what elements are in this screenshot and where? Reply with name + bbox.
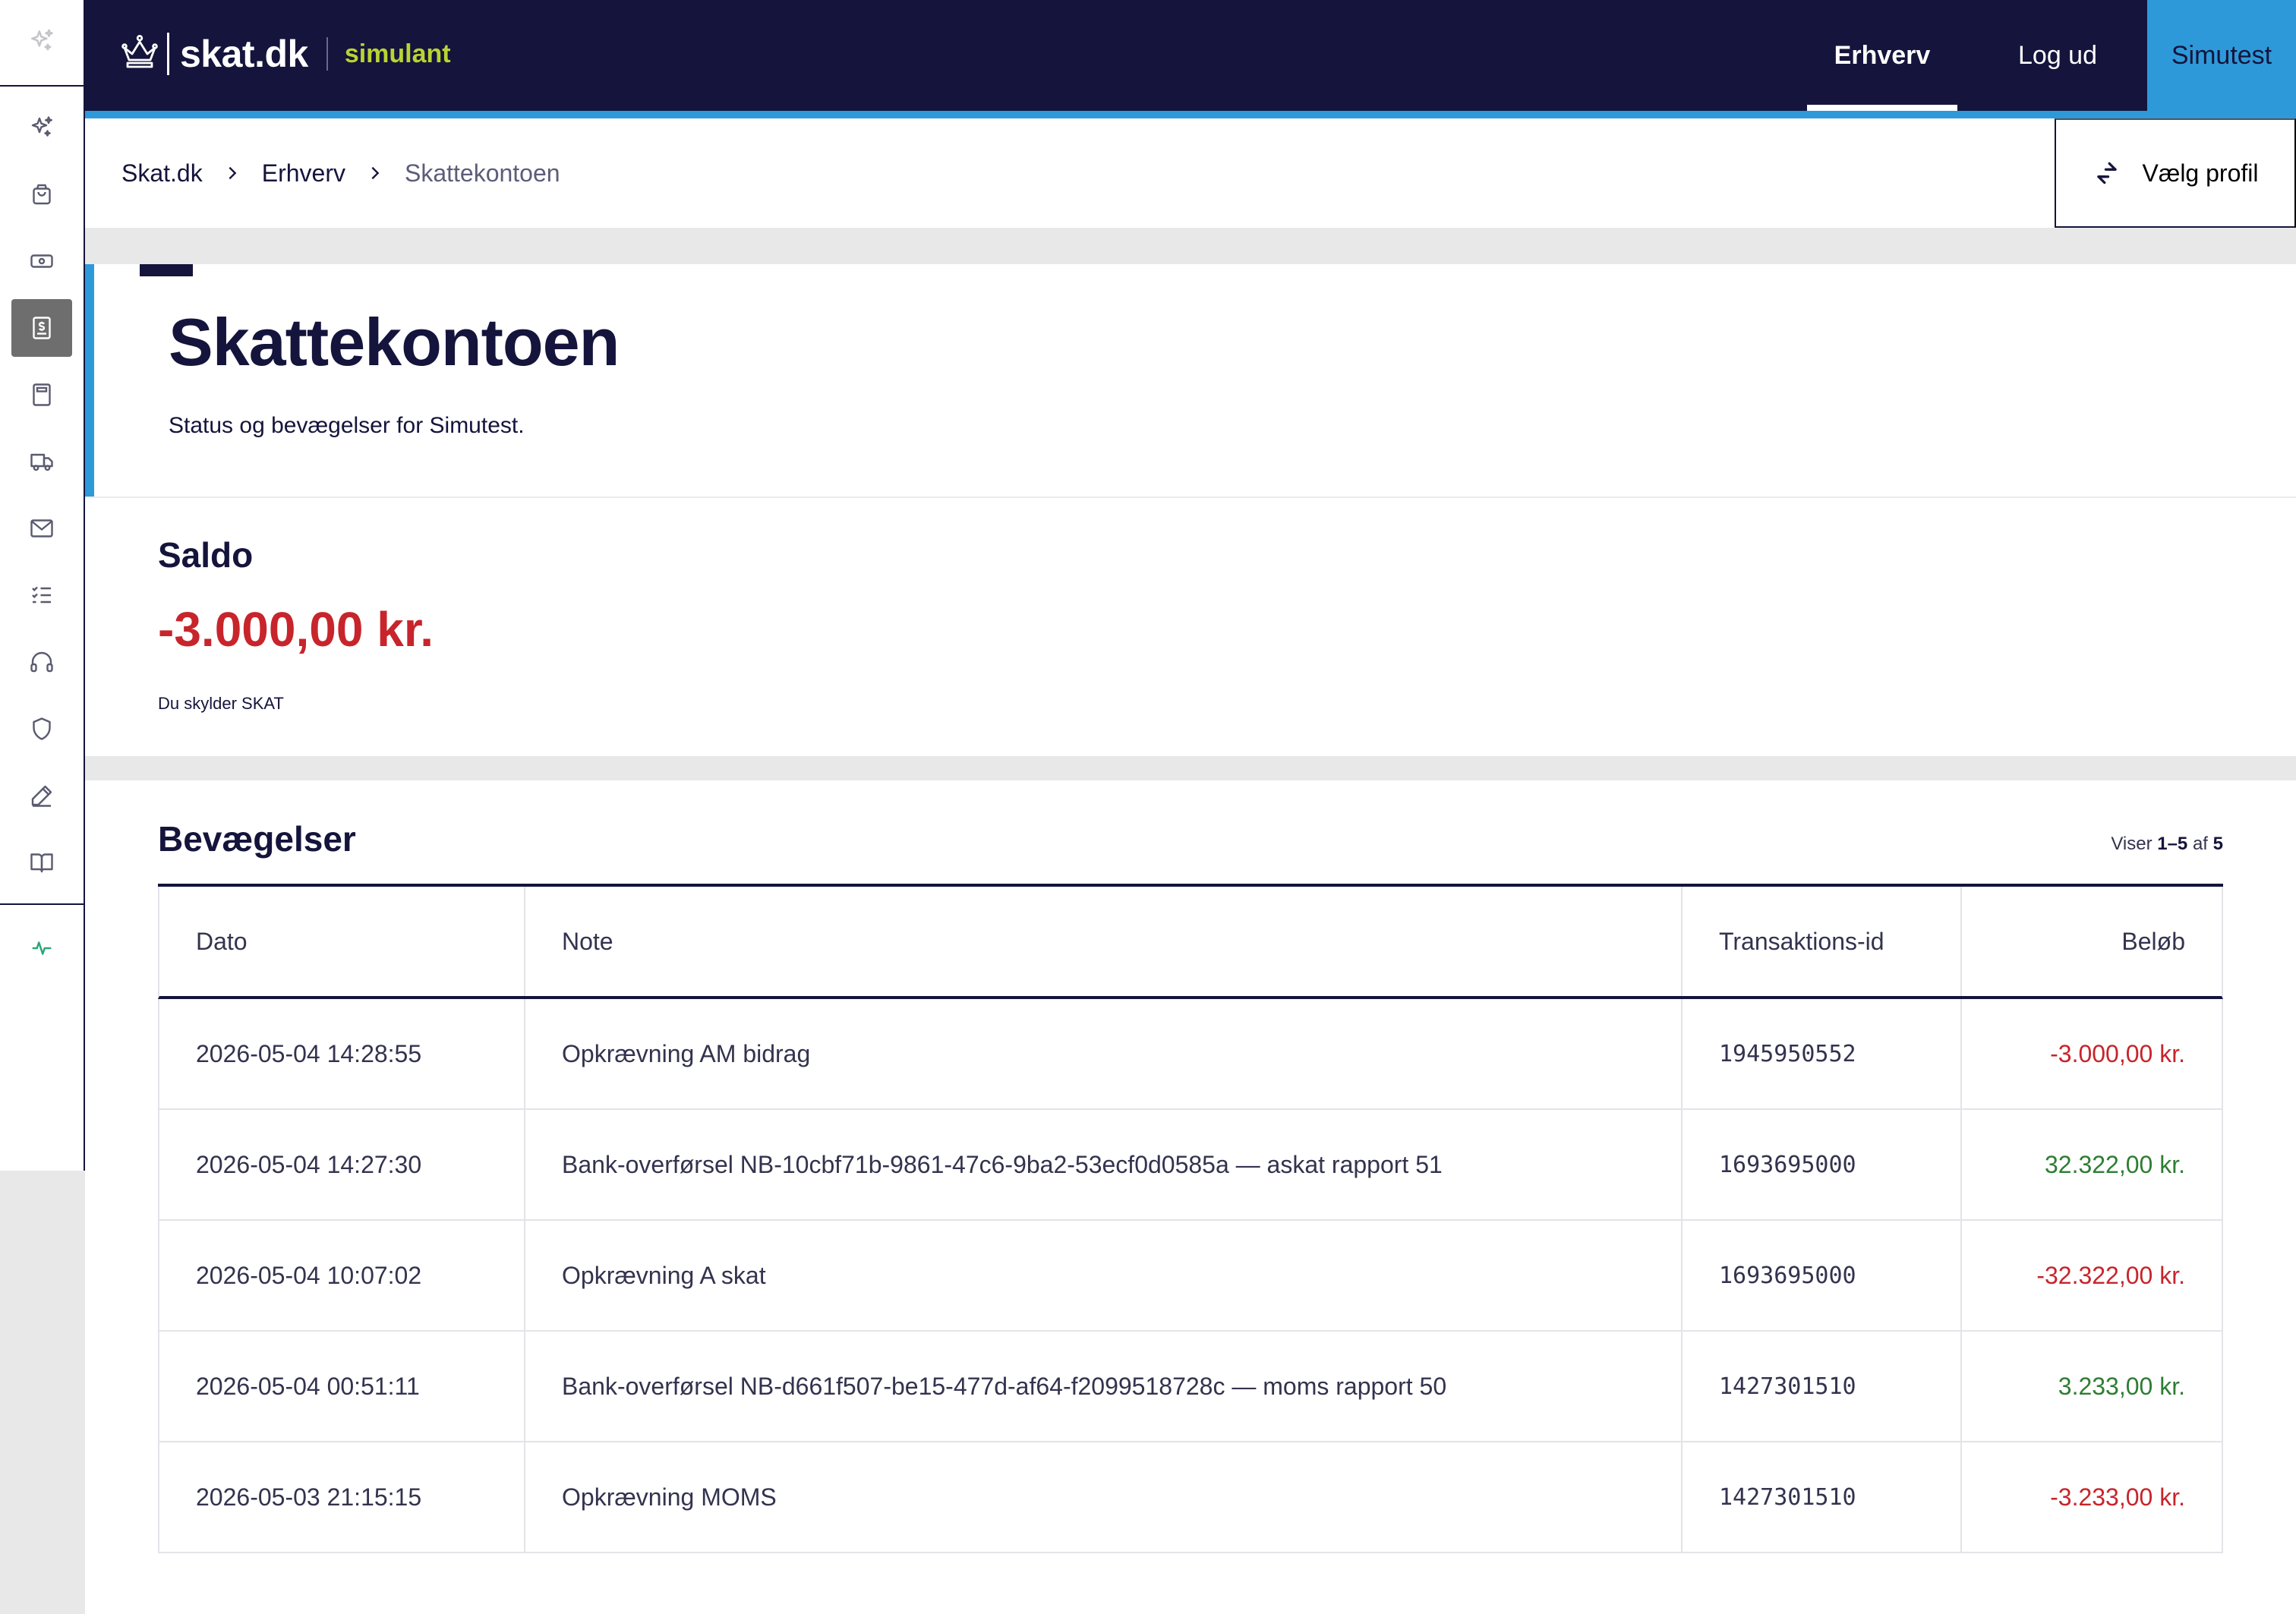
row-note: Opkrævning MOMS — [525, 1442, 1683, 1552]
shield-icon — [33, 717, 51, 740]
row-transaction-id: 1945950552 — [1683, 999, 1962, 1108]
row-transaction-id: 1427301510 — [1683, 1442, 1962, 1552]
count-total: 5 — [2212, 834, 2223, 854]
page-hero: Skattekontoen Status og bevægelser for S… — [85, 264, 2296, 496]
row-transaction-id: 1693695000 — [1683, 1110, 1962, 1219]
row-note: Opkrævning AM bidrag — [525, 999, 1683, 1108]
brand-logo[interactable]: skat.dk simulant — [120, 30, 451, 77]
breadcrumb-bar: Skat.dk Erhverv Skattekontoen Vælg profi… — [85, 118, 2296, 228]
rail-item-tasks[interactable] — [11, 566, 72, 624]
row-amount: 3.233,00 kr. — [2058, 1372, 2185, 1400]
rail-item-ai[interactable] — [11, 99, 72, 156]
table-row: 2026-05-04 00:51:11 Bank-overførsel NB-d… — [158, 1332, 2223, 1442]
row-note: Opkrævning A skat — [525, 1221, 1683, 1330]
user-menu[interactable]: Simutest — [2147, 0, 2296, 111]
row-amount: -3.233,00 kr. — [2050, 1483, 2185, 1511]
shopping-bag-icon — [33, 184, 51, 205]
top-nav: Erhverv Log ud Simutest — [1807, 0, 2296, 111]
count-prefix: Viser — [2111, 834, 2152, 854]
row-transaction-id: 1427301510 — [1683, 1332, 1962, 1441]
activity-icon — [32, 941, 52, 955]
balance-section: Saldo -3.000,00 kr. Du skylder SKAT — [85, 496, 2296, 756]
page-subtitle: Status og bevægelser for Simutest. — [169, 413, 525, 438]
count-range: 1–5 — [2157, 834, 2188, 854]
book-icon — [30, 853, 53, 873]
movements-title: Bevægelser — [158, 819, 356, 859]
rail-item-support[interactable] — [11, 633, 72, 691]
row-amount: 32.322,00 kr. — [2044, 1150, 2185, 1178]
row-date: 2026-05-04 14:27:30 — [159, 1110, 525, 1219]
top-header: skat.dk simulant Erhverv Log ud Simutest — [85, 0, 2296, 111]
rail-home[interactable] — [0, 0, 84, 87]
breadcrumb-item-skat[interactable]: Skat.dk — [121, 159, 203, 188]
headset-icon — [30, 651, 53, 673]
movements-section: Bevægelser Viser 1–5 af 5 Dato Note Tran… — [85, 780, 2296, 1614]
column-header-date: Dato — [159, 887, 525, 996]
balance-label: Saldo — [158, 535, 254, 575]
sparkle-icon — [27, 27, 56, 59]
banknote-icon — [30, 254, 53, 268]
page-title: Skattekontoen — [169, 304, 620, 380]
side-rail — [0, 0, 85, 1171]
nav-erhverv[interactable]: Erhverv — [1807, 0, 1957, 111]
table-row: 2026-05-04 14:28:55 Opkrævning AM bidrag… — [158, 999, 2223, 1110]
rail-item-edit[interactable] — [11, 767, 72, 824]
row-amount: -3.000,00 kr. — [2050, 1039, 2185, 1067]
breadcrumb-item-erhverv[interactable]: Erhverv — [262, 159, 345, 188]
row-date: 2026-05-03 21:15:15 — [159, 1442, 525, 1552]
row-amount: -32.322,00 kr. — [2036, 1261, 2185, 1289]
rail-item-mail[interactable] — [11, 500, 72, 557]
swap-arrows-icon — [2096, 162, 2117, 184]
mail-icon — [30, 519, 53, 537]
rail-item-security[interactable] — [11, 700, 72, 758]
crown-icon — [120, 34, 159, 74]
truck-icon — [30, 453, 53, 471]
table-header-row: Dato Note Transaktions-id Beløb — [158, 887, 2223, 999]
row-date: 2026-05-04 00:51:11 — [159, 1332, 525, 1441]
breadcrumb: Skat.dk Erhverv Skattekontoen — [121, 118, 560, 228]
hero-tab-marker — [140, 264, 193, 276]
table-row: 2026-05-04 10:07:02 Opkrævning A skat 16… — [158, 1221, 2223, 1332]
table-row: 2026-05-04 14:27:30 Bank-overførsel NB-1… — [158, 1110, 2223, 1221]
rail-item-activity[interactable] — [0, 905, 84, 991]
checklist-icon — [32, 586, 51, 604]
logout-link[interactable]: Log ud — [1980, 0, 2135, 111]
breadcrumb-item-current: Skattekontoen — [404, 159, 560, 187]
chevron-right-icon — [224, 165, 241, 181]
calculator-icon — [33, 383, 51, 406]
rail-item-guide[interactable] — [11, 834, 72, 891]
row-date: 2026-05-04 10:07:02 — [159, 1221, 525, 1330]
row-transaction-id: 1693695000 — [1683, 1221, 1962, 1330]
rail-item-calculator[interactable] — [11, 366, 72, 424]
rail-item-shop[interactable] — [11, 165, 72, 223]
brand-separator — [167, 33, 169, 75]
brand-name: skat.dk — [180, 33, 308, 75]
balance-amount: -3.000,00 kr. — [158, 602, 434, 657]
column-header-transaction-id: Transaktions-id — [1683, 887, 1962, 996]
rail-item-tax-account[interactable] — [11, 299, 72, 357]
row-note: Bank-overførsel NB-10cbf71b-9861-47c6-9b… — [525, 1110, 1683, 1219]
receipt-icon — [33, 317, 51, 339]
column-header-amount: Beløb — [2121, 927, 2185, 955]
rail-item-transport[interactable] — [11, 433, 72, 490]
choose-profile-button[interactable]: Vælg profil — [2055, 118, 2296, 228]
count-of: af — [2192, 834, 2208, 854]
choose-profile-label: Vælg profil — [2142, 159, 2259, 187]
balance-note: Du skylder SKAT — [158, 694, 284, 713]
rail-item-money[interactable] — [11, 232, 72, 290]
brand-tag: simulant — [344, 39, 451, 68]
chevron-right-icon — [367, 165, 383, 181]
pen-icon — [31, 785, 52, 807]
movements-count: Viser 1–5 af 5 — [2111, 834, 2223, 855]
row-note: Bank-overførsel NB-d661f507-be15-477d-af… — [525, 1332, 1683, 1441]
brand-separator — [326, 37, 328, 71]
movements-table: Dato Note Transaktions-id Beløb 2026-05-… — [158, 884, 2223, 1553]
header-accent-bar — [85, 111, 2296, 118]
sparkle-icon — [31, 116, 52, 137]
table-row: 2026-05-03 21:15:15 Opkrævning MOMS 1427… — [158, 1442, 2223, 1553]
row-date: 2026-05-04 14:28:55 — [159, 999, 525, 1108]
column-header-note: Note — [525, 887, 1683, 996]
